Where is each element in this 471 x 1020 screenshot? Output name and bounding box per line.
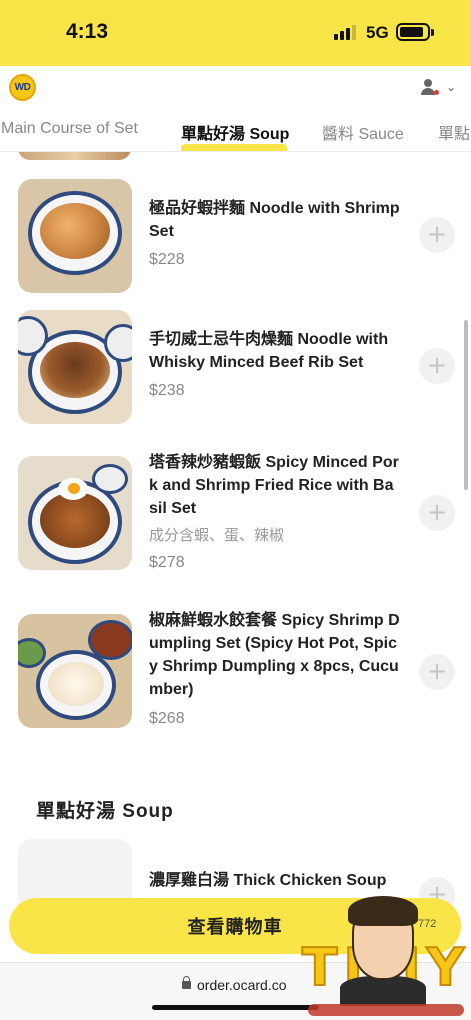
- menu-item-name: 椒麻鮮蝦水餃套餐 Spicy Shrimp Dumpling Set (Spic…: [149, 612, 400, 698]
- app-header: WD ⌄: [0, 66, 471, 112]
- battery-icon: [396, 23, 434, 41]
- section-title: 單點好湯 Soup: [36, 801, 174, 822]
- sticker-body: [340, 976, 426, 1006]
- menu-item-image: [18, 614, 132, 728]
- menu-item-name: 濃厚雞白湯 Thick Chicken Soup: [149, 872, 387, 889]
- signal-icon: [334, 24, 360, 40]
- plus-icon[interactable]: +: [419, 348, 455, 384]
- user-icon: [424, 79, 432, 87]
- user-icon-body: [421, 88, 435, 95]
- sticker-caption: [308, 1004, 464, 1016]
- brand-logo[interactable]: WD: [9, 74, 36, 101]
- menu-item-price: $268: [149, 710, 185, 727]
- menu-item-name: 極品好蝦拌麵 Noodle with Shrimp Set: [149, 200, 400, 240]
- status-bar: 4:13 5G: [0, 0, 471, 66]
- menu-item-price: $278: [149, 554, 185, 571]
- home-indicator: [152, 1005, 319, 1010]
- network-label: 5G: [366, 23, 389, 42]
- menu-item-price: $228: [149, 251, 185, 268]
- menu-item-description: 成分含蝦、蛋、辣椒: [149, 527, 285, 544]
- menu-item-image: [18, 456, 132, 570]
- menu-item-price: $238: [149, 382, 185, 399]
- tab-soup[interactable]: 單點好湯 Soup: [181, 120, 289, 144]
- user-menu-button[interactable]: ⌄: [420, 78, 462, 100]
- scrollbar[interactable]: [464, 320, 468, 490]
- watermark-sticker: TIMY: [300, 896, 470, 1020]
- notification-dot: [434, 90, 439, 95]
- category-tabs: Main Course of Set 單點好湯 Soup 醬料 Sauce 單點: [0, 112, 471, 152]
- plus-icon[interactable]: +: [419, 217, 455, 253]
- menu-item-name: 塔香辣炒豬蝦飯 Spicy Minced Pork and Shrimp Fri…: [149, 454, 399, 517]
- menu-item-name: 手切威士忌牛肉燥麵 Noodle with Whisky Minced Beef…: [149, 331, 389, 371]
- tab-main-course[interactable]: Main Course of Set: [1, 120, 138, 138]
- menu-item-image: [18, 179, 132, 293]
- sticker-hair: [348, 896, 418, 926]
- address-url: order.ocard.co: [197, 977, 287, 993]
- plus-icon[interactable]: +: [419, 495, 455, 531]
- tab-sauce[interactable]: 醬料 Sauce: [322, 120, 404, 144]
- chevron-down-icon: ⌄: [446, 80, 457, 94]
- status-time: 4:13: [66, 20, 109, 43]
- view-cart-label: 查看購物車: [187, 917, 283, 937]
- menu-item-image: [18, 310, 132, 424]
- active-tab-indicator: [181, 144, 287, 151]
- tab-single[interactable]: 單點: [438, 120, 470, 144]
- lock-icon: [182, 976, 191, 989]
- plus-icon[interactable]: +: [419, 654, 455, 690]
- previous-item-image: [18, 152, 131, 160]
- brand-logo-text: WD: [14, 82, 31, 93]
- menu-list[interactable]: 極品好蝦拌麵 Noodle with Shrimp Set $228 + 手切威…: [0, 152, 471, 1020]
